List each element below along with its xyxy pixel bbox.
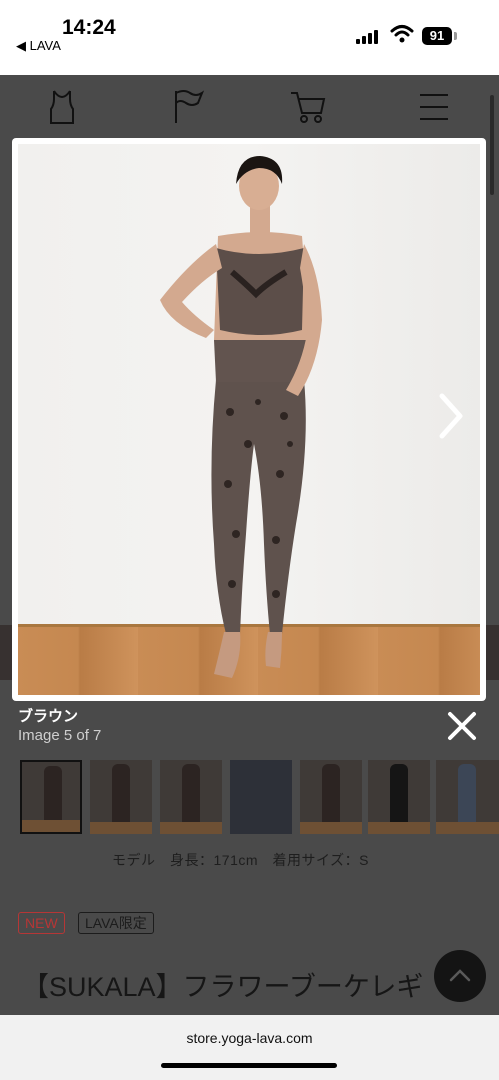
wifi-icon xyxy=(390,25,414,43)
browser-url-bar[interactable] xyxy=(0,1015,499,1080)
scroll-to-top-button[interactable] xyxy=(434,950,486,1002)
product-photo[interactable] xyxy=(18,144,480,695)
product-title: 【SUKALA】フラワーブーケレギ xyxy=(22,972,424,1002)
lightbox-image-frame xyxy=(12,138,486,701)
battery-tip xyxy=(454,32,457,40)
battery-icon: 91 xyxy=(422,27,452,45)
scrollbar[interactable] xyxy=(490,95,494,195)
model-size-info: モデル 身長：171cm 着用サイズ：S xyxy=(112,852,369,868)
home-indicator xyxy=(161,1063,337,1068)
thumbnail-7[interactable] xyxy=(436,760,499,834)
thumbnail-1[interactable] xyxy=(20,760,82,834)
chevron-up-icon xyxy=(449,969,471,982)
back-to-app-link[interactable]: ◀ LAVA xyxy=(16,38,61,54)
next-image-arrow-icon[interactable] xyxy=(433,392,467,440)
model-figure xyxy=(160,156,322,678)
flag-icon[interactable] xyxy=(168,87,208,127)
thumbnail-strip xyxy=(0,760,499,835)
image-caption-title: ブラウン xyxy=(18,708,79,725)
thumbnail-5[interactable] xyxy=(300,760,362,834)
image-counter: Image 5 of 7 xyxy=(18,727,102,744)
menu-icon[interactable] xyxy=(414,87,454,127)
thumbnail-6[interactable] xyxy=(368,760,430,834)
status-bar: 14:24 ◀ LAVA 91 xyxy=(0,0,499,75)
cart-icon[interactable] xyxy=(288,87,328,127)
lava-exclusive-badge: LAVA限定 xyxy=(78,912,154,934)
close-lightbox-icon[interactable] xyxy=(446,710,478,742)
new-badge: NEW xyxy=(18,912,65,934)
thumbnail-3[interactable] xyxy=(160,760,222,834)
url-text[interactable]: store.yoga-lava.com xyxy=(0,1030,499,1046)
tank-top-icon[interactable] xyxy=(42,87,82,127)
thumbnail-4[interactable] xyxy=(230,760,292,834)
clock: 14:24 xyxy=(62,16,116,39)
thumbnail-2[interactable] xyxy=(90,760,152,834)
cellular-signal-icon xyxy=(356,28,382,44)
site-nav xyxy=(0,75,499,145)
